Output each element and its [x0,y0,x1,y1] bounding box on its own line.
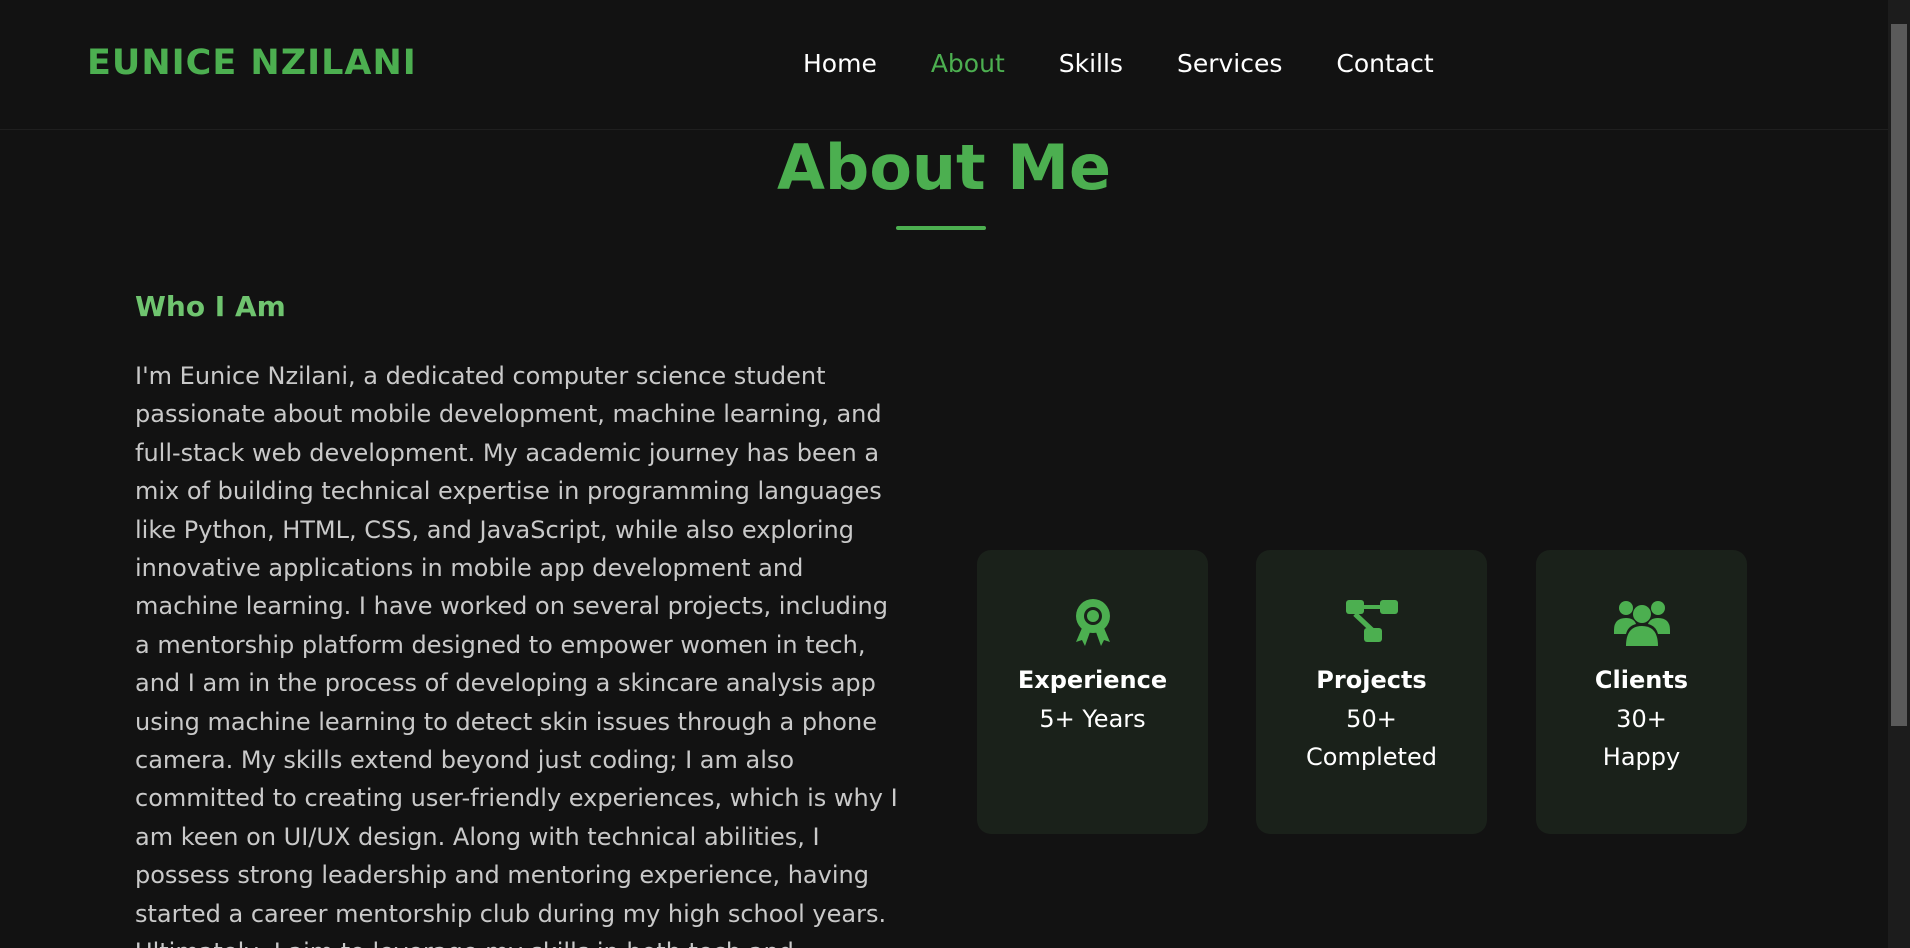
nav-services[interactable]: Services [1177,49,1282,78]
page-scrollbar[interactable] [1888,0,1910,948]
stat-value: 50+ Completed [1306,705,1437,771]
stat-label: Clients [1594,666,1689,694]
section-title: About Me [776,131,1112,204]
site-header: EUNICE NZILANI Home About Skills Service… [0,0,1888,130]
nav-about[interactable]: About [931,49,1005,78]
brand-logo[interactable]: EUNICE NZILANI [87,43,417,83]
stat-card-clients: Clients 30+ Happy [1536,550,1747,834]
stat-card-experience: Experience 5+ Years [977,550,1208,834]
nav-contact[interactable]: Contact [1336,49,1433,78]
nav-home[interactable]: Home [803,49,877,78]
stat-label: Projects [1316,666,1427,694]
bio-paragraph: I'm Eunice Nzilani, a dedicated computer… [135,362,898,948]
stat-value: 30+ Happy [1602,705,1681,771]
project-diagram-icon [1345,600,1398,642]
users-icon [1613,601,1670,646]
main-nav: Home About Skills Services Contact [803,49,1488,78]
page: EUNICE NZILANI Home About Skills Service… [0,0,1910,948]
scrollbar-thumb[interactable] [1891,24,1907,726]
title-underline [896,226,986,230]
stat-value: 5+ Years [1039,705,1146,733]
stat-card-projects: Projects 50+ Completed [1256,550,1487,834]
nav-skills[interactable]: Skills [1059,49,1123,78]
who-i-am-heading: Who I Am [135,290,286,323]
stat-label: Experience [1017,666,1168,694]
award-icon [1075,599,1110,646]
